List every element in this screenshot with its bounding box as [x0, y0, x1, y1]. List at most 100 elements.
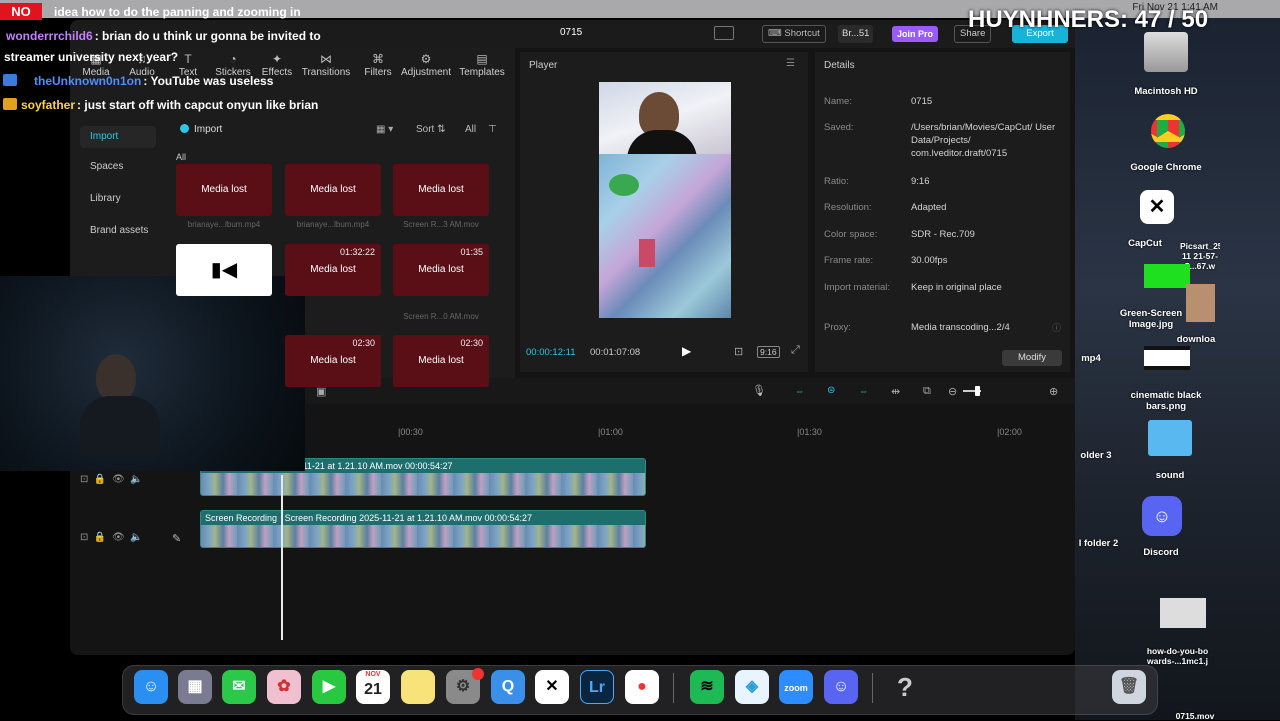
tool-transitions[interactable]: ⋈ Transitions: [300, 52, 352, 78]
chat-message: wonderrrchild6: brian do u think ur gonn…: [6, 27, 321, 45]
fullscreen-icon[interactable]: ⤢: [791, 344, 800, 357]
discord-icon[interactable]: ☺: [824, 670, 858, 704]
green-screen-thumbnail[interactable]: [1144, 264, 1190, 288]
finder-icon[interactable]: ☺: [134, 670, 168, 704]
desktop-item-how-do-you[interactable]: how-do-you-bo wards-...1mc1.j: [1140, 646, 1215, 666]
crop-icon[interactable]: ⊡: [734, 345, 743, 358]
all-filter-button[interactable]: All: [465, 124, 476, 135]
discord-desktop-icon[interactable]: ☺: [1142, 496, 1182, 536]
track2-clip-header: Screen Recording Screen Recording 2025-1…: [201, 511, 645, 525]
trash-icon[interactable]: 🗑: [1112, 670, 1146, 704]
media-tile-caption: brianaye...lbum.mp4: [296, 220, 370, 229]
desktop-item-folder-3[interactable]: older 3: [1076, 450, 1116, 461]
zoom-fit-icon[interactable]: ⊕: [1049, 385, 1058, 398]
snap-icon[interactable]: ⇔: [859, 386, 868, 396]
track2-clip-label-a: Screen Recording: [205, 513, 278, 523]
join-pro-button[interactable]: Join Pro: [892, 26, 939, 42]
zoom-slider-handle[interactable]: [975, 386, 980, 396]
magnet-icon[interactable]: ⊜: [827, 385, 835, 396]
project-title: 0715: [560, 27, 583, 38]
split-icon[interactable]: ⇹: [891, 385, 900, 398]
media-tile[interactable]: Media lost 01:32:22: [285, 244, 381, 296]
microphone-icon[interactable]: 🎙: [752, 384, 766, 397]
player-menu-icon[interactable]: ☰: [786, 58, 795, 69]
media-tile-label: Media lost: [418, 264, 464, 275]
user-menu[interactable]: Br...51: [838, 25, 874, 43]
shortcut-button[interactable]: ⌨ Shortcut: [762, 25, 826, 43]
player-title: Player: [529, 60, 558, 71]
grid-view-icon[interactable]: ▦ ▾: [376, 124, 393, 135]
desktop-item-cinematic-bars[interactable]: cinematic black bars.png: [1121, 390, 1211, 412]
sidebar-item-library[interactable]: Library: [80, 188, 156, 210]
media-tile[interactable]: Media lost 02:30: [285, 335, 381, 387]
messages-icon[interactable]: ✉: [222, 670, 256, 704]
details-label: Saved:: [824, 122, 854, 133]
desktop-item-discord[interactable]: Discord: [1116, 547, 1206, 558]
tool-templates[interactable]: ▤ Templates: [456, 52, 508, 78]
desktop-item-sound[interactable]: sound: [1125, 470, 1215, 481]
sidebar-item-spaces[interactable]: Spaces: [80, 156, 156, 178]
track2-controls[interactable]: ⊡ 🔒 👁 🔈: [80, 532, 143, 543]
chat-text: : brian do u think ur gonna be invited t…: [94, 29, 321, 43]
image-thumbnail[interactable]: [1160, 598, 1206, 628]
import-button[interactable]: Import: [180, 124, 240, 140]
ruler-mark-0100: |01:00: [598, 427, 623, 437]
details-value: /Users/brian/Movies/CapCut/ User Data/Pr…: [911, 122, 1056, 159]
zoom-icon[interactable]: zoom: [779, 670, 813, 704]
tool-adjustment[interactable]: ⚙ Adjustment: [400, 52, 452, 78]
gameplay-preview: [599, 154, 731, 318]
sort-button[interactable]: Sort ⇅: [416, 124, 446, 135]
modify-button[interactable]: Modify: [1002, 350, 1062, 366]
quicktime-icon[interactable]: Q: [491, 670, 525, 704]
track2-clip[interactable]: Screen Recording Screen Recording 2025-1…: [200, 510, 646, 548]
desktop-item-google-chrome[interactable]: Google Chrome: [1121, 162, 1211, 173]
photos-icon[interactable]: ✿: [267, 670, 301, 704]
sidebar-item-import[interactable]: Import: [80, 126, 156, 148]
desktop-item-mp4[interactable]: mp4: [1076, 353, 1106, 364]
media-tile[interactable]: Media lost 02:30: [393, 335, 489, 387]
calendar-icon[interactable]: NOV 21: [356, 670, 390, 704]
aspect-ratio-button[interactable]: 9:16: [757, 346, 780, 358]
media-tile[interactable]: Media lost 01:35: [393, 244, 489, 296]
chrome-icon[interactable]: ●: [625, 670, 659, 704]
zoom-out-icon[interactable]: ⊖: [948, 385, 957, 398]
desktop-item-green-screen[interactable]: Green-Screen Image.jpg: [1111, 308, 1191, 330]
link-icon[interactable]: ⇔: [795, 386, 804, 396]
play-icon[interactable]: ▶: [682, 344, 691, 358]
preview-axis-icon[interactable]: ⧉: [923, 385, 931, 398]
notes-icon[interactable]: [401, 670, 435, 704]
chrome-desktop-icon[interactable]: [1151, 114, 1185, 148]
lightroom-icon[interactable]: Lr: [580, 670, 614, 704]
macintosh-hd-icon[interactable]: [1144, 32, 1188, 72]
streamer-webcam: [0, 276, 305, 471]
spotify-icon[interactable]: ≋: [690, 670, 724, 704]
sidebar-item-brand-assets[interactable]: Brand assets: [80, 220, 156, 242]
edit-cover-icon[interactable]: ✎: [172, 532, 181, 545]
tool-filters[interactable]: ⌘ Filters: [352, 52, 404, 78]
desktop-item-macintosh-hd[interactable]: Macintosh HD: [1121, 86, 1211, 97]
playhead[interactable]: [281, 475, 283, 640]
tool-label: Templates: [459, 67, 505, 78]
media-tile[interactable]: Media lost: [176, 164, 272, 216]
desktop-item-folder-2[interactable]: l folder 2: [1076, 538, 1121, 549]
filter-icon[interactable]: ⊤: [488, 124, 497, 135]
player-total-time: 00:01:07:08: [590, 347, 641, 358]
launchpad-icon[interactable]: ▦: [178, 670, 212, 704]
media-tile[interactable]: Media lost: [393, 164, 489, 216]
capcut-icon[interactable]: ✕: [535, 670, 569, 704]
layout-icon[interactable]: [714, 26, 734, 40]
proton-vpn-icon[interactable]: ◈: [735, 670, 769, 704]
sound-folder-icon[interactable]: [1148, 420, 1192, 456]
black-bars-thumbnail[interactable]: [1144, 346, 1190, 370]
track1-controls[interactable]: ⊡ 🔒 👁 🔈: [80, 474, 143, 485]
webcam-preview: [599, 82, 731, 154]
tool-label: Filters: [364, 67, 392, 78]
desktop-item-capcut[interactable]: CapCut: [1115, 238, 1175, 249]
facetime-icon[interactable]: ▶: [312, 670, 346, 704]
desktop-item-download[interactable]: downloa: [1176, 334, 1216, 345]
help-icon[interactable]: ?: [888, 670, 922, 704]
audio-tile[interactable]: ▮◀: [176, 244, 272, 296]
capcut-desktop-icon[interactable]: ✕: [1140, 190, 1174, 224]
media-tile[interactable]: Media lost: [285, 164, 381, 216]
media-tile-duration: 02:30: [352, 338, 375, 348]
